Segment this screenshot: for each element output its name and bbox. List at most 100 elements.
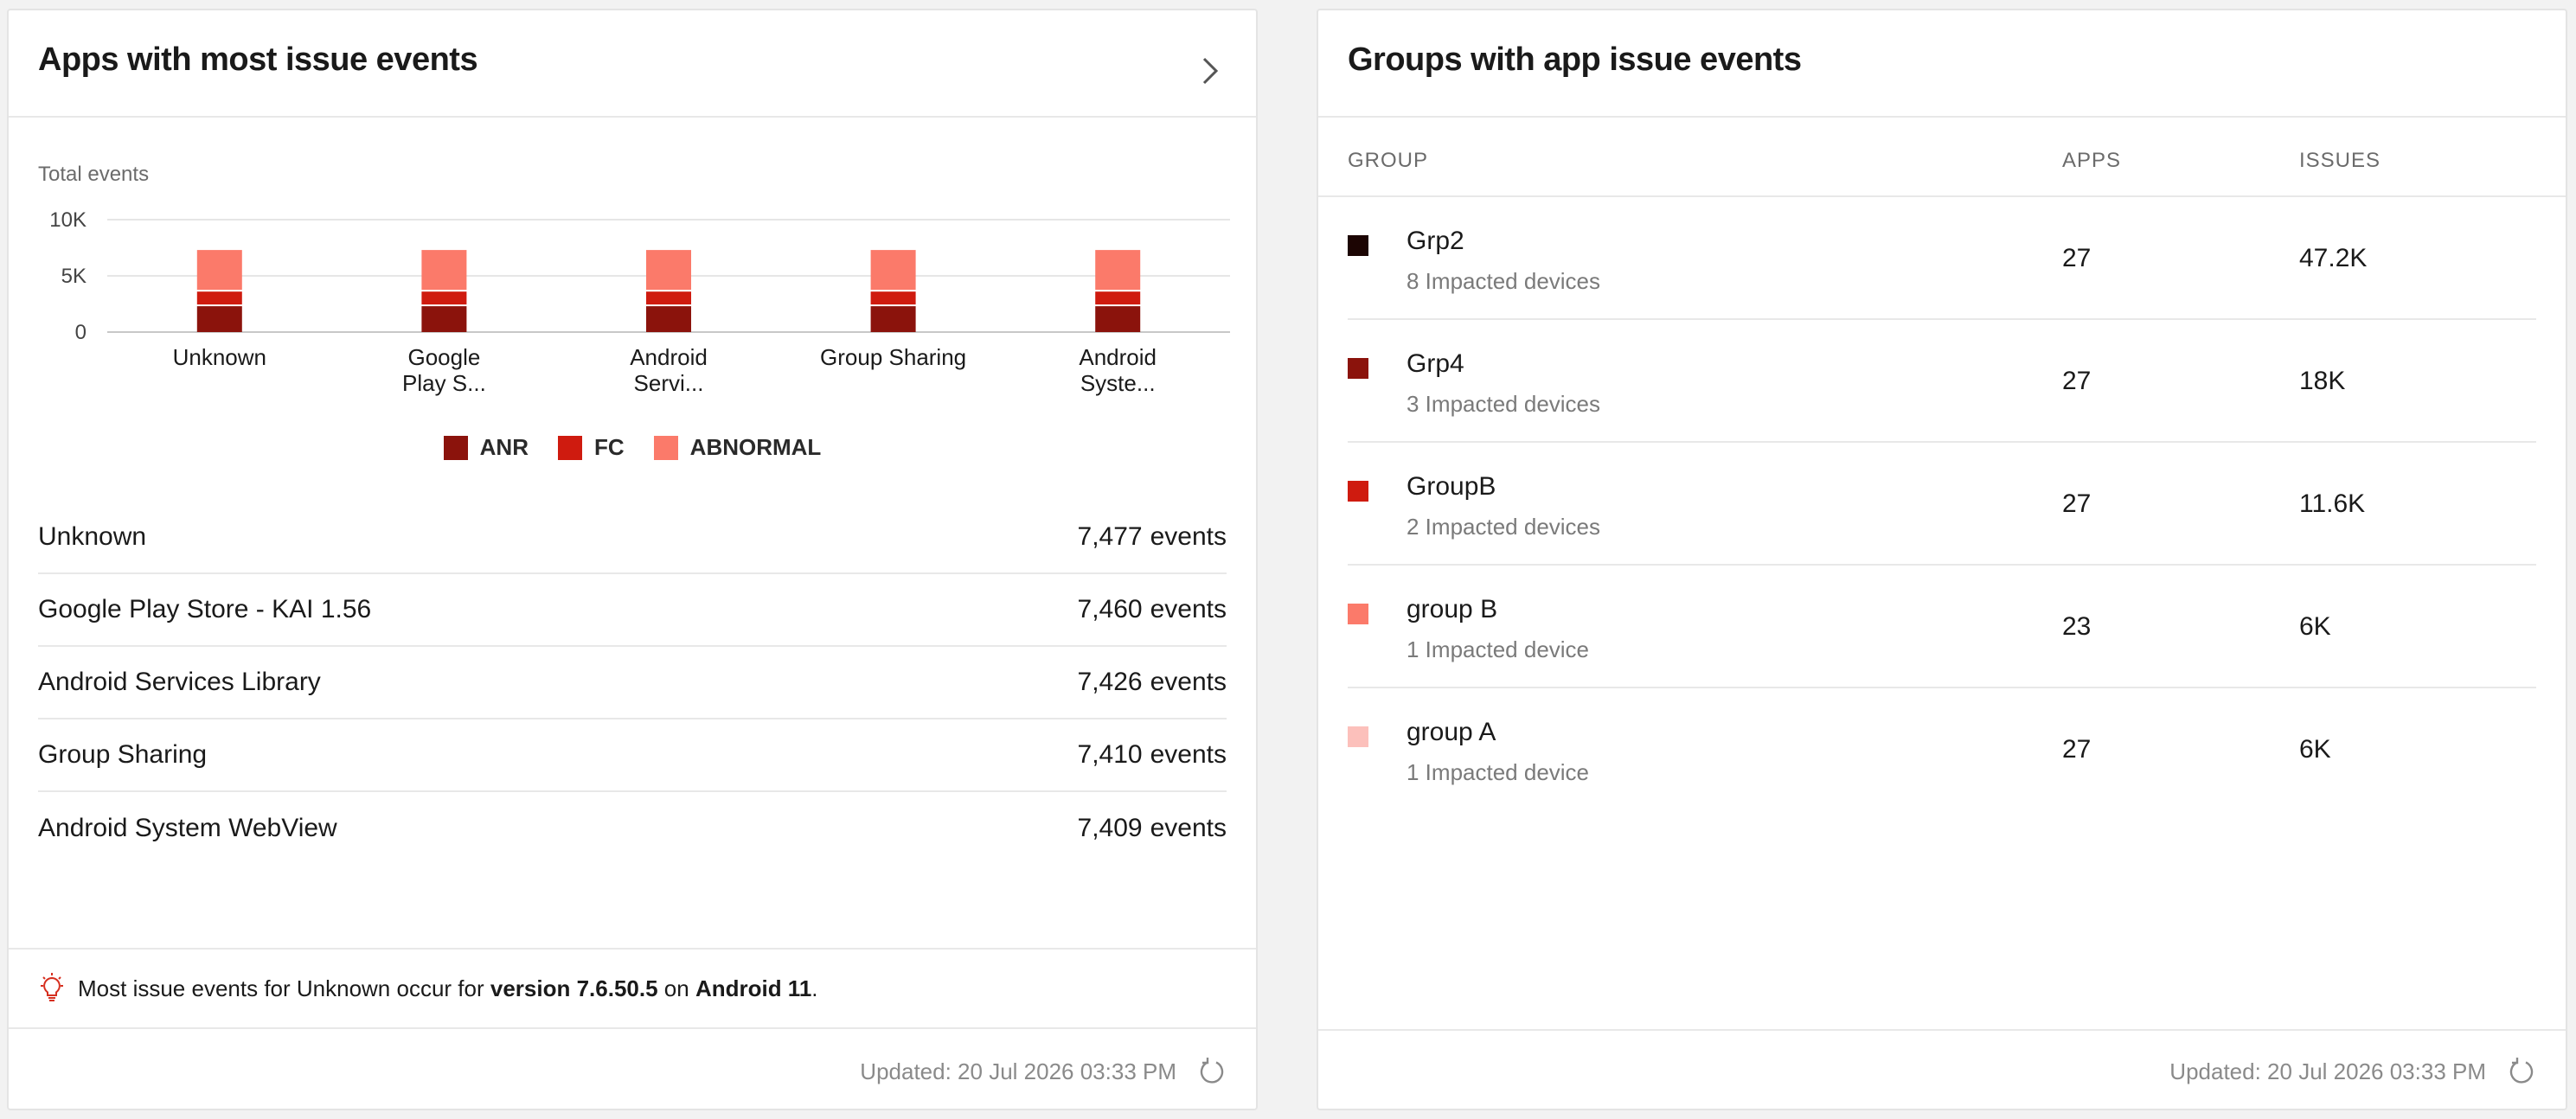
updated-timestamp: Updated: 20 Jul 2026 03:33 PM [860,1058,1176,1084]
x-tick-label: Servi... [634,370,704,396]
updated-footer: Updated: 20 Jul 2026 03:33 PM [2169,1057,2536,1086]
refresh-icon[interactable] [1197,1057,1227,1086]
insight-prefix: Most issue events for Unknown occur for [78,975,490,1001]
app-name: Android System WebView [38,814,337,842]
bar-segment-fc [646,291,691,305]
legend-item-fc[interactable]: FC [558,434,625,461]
stacked-bar-chart: 05K10KUnknown GooglePlay S...AndroidServi… [49,208,1230,396]
app-count: 7,426 events [1078,668,1227,697]
count-unit: events [1150,595,1227,623]
group-issues: 6K [2299,735,2331,764]
y-tick-label: 10K [49,208,87,232]
bar-segment-fc [1095,291,1141,305]
insight-banner: Most issue events for Unknown occur for … [9,948,1256,1029]
bar-segment-anr [870,306,916,332]
list-item[interactable]: Unknown 7,477 events [38,502,1227,574]
app-name: Google Play Store - KAI 1.56 [38,595,372,623]
y-axis-title: Total events [38,163,150,186]
count-value: 7,460 [1077,595,1143,623]
app-name: Unknown [38,522,147,551]
refresh-icon[interactable] [2507,1057,2536,1086]
group-name: Grp2 [1407,227,1464,255]
bar-segment-abnormal [421,250,467,291]
group-color-swatch [1348,235,1368,256]
bar-segment-anr [421,306,467,332]
impacted-devices: 3 Impacted devices [1407,391,1601,417]
count-unit: events [1150,522,1227,551]
app-count: 7,460 events [1078,595,1227,624]
app-list: Unknown 7,477 events Google Play Store - … [38,502,1227,865]
bar-segment-fc [870,291,916,305]
group-name: group B [1407,595,1498,623]
column-header-group[interactable]: GROUP [1348,149,1428,173]
x-tick-label: Google [407,344,480,370]
group-name: GroupB [1407,472,1496,501]
bar-segment-fc [196,291,242,305]
group-name: group A [1407,718,1496,746]
card-header: Groups with app issue events [1318,10,2566,118]
impacted-devices: 1 Impacted device [1407,759,1590,785]
legend-swatch [443,435,468,460]
group-issues: 6K [2299,612,2331,641]
list-item[interactable]: Android Services Library 7,426 events [38,647,1227,719]
column-header-issues[interactable]: ISSUES [2299,149,2381,173]
chart-legend: ANR FC ABNORMAL [9,434,1256,461]
group-color-swatch [1348,604,1368,624]
insight-suffix: . [811,975,818,1001]
x-tick-label: Play S... [402,370,486,396]
app-count: 7,410 events [1078,740,1227,770]
table-row[interactable]: GroupB 2 Impacted devices 27 11.6K [1348,443,2536,566]
group-color-swatch [1348,726,1368,747]
impacted-devices: 8 Impacted devices [1407,268,1601,294]
divider [1318,1029,2566,1031]
count-unit: events [1150,740,1227,769]
list-item[interactable]: Android System WebView 7,409 events [38,792,1227,865]
chevron-right-icon[interactable] [1195,54,1223,88]
app-name: Android Services Library [38,668,321,696]
y-tick-label: 0 [75,321,87,344]
table-row[interactable]: group B 1 Impacted device 23 6K [1348,566,2536,688]
group-apps: 27 [2062,489,2092,518]
insight-os: Android 11 [695,975,812,1001]
bar-segment-abnormal [1095,250,1141,291]
legend-swatch [558,435,582,460]
legend-item-anr[interactable]: ANR [443,434,529,461]
legend-item-abnormal[interactable]: ABNORMAL [653,434,822,461]
card-title: Groups with app issue events [1348,42,1802,78]
group-issues: 11.6K [2299,489,2366,518]
insight-version: version 7.6.50.5 [490,975,658,1001]
x-tick-label: Android [1079,344,1157,370]
group-name: Grp4 [1407,349,1464,378]
group-table-body: Grp2 8 Impacted devices 27 47.2K Grp4 3 … [1348,197,2536,811]
bar-segment-fc [421,291,467,305]
table-row[interactable]: group A 1 Impacted device 27 6K [1348,688,2536,811]
updated-footer: Updated: 20 Jul 2026 03:33 PM [860,1057,1227,1086]
bar-segment-anr [1095,306,1141,332]
group-apps: 27 [2062,735,2092,764]
app-name: Group Sharing [38,740,208,769]
table-row[interactable]: Grp2 8 Impacted devices 27 47.2K [1348,197,2536,320]
group-color-swatch [1348,358,1368,379]
group-color-swatch [1348,481,1368,502]
list-item[interactable]: Google Play Store - KAI 1.56 7,460 events [38,574,1227,647]
table-row[interactable]: Grp4 3 Impacted devices 27 18K [1348,320,2536,443]
column-header-apps[interactable]: APPS [2062,149,2121,173]
lightbulb-icon [41,973,63,1001]
bar-segment-abnormal [646,250,691,291]
y-tick-label: 5K [61,265,87,288]
count-value: 7,426 [1077,668,1143,696]
card-title: Apps with most issue events [38,42,478,78]
table-header: GROUP APPS ISSUES [1318,118,2566,197]
app-count: 7,477 events [1078,522,1227,552]
impacted-devices: 1 Impacted device [1407,636,1590,662]
legend-label: ANR [479,434,529,460]
x-tick-label: Group Sharing [820,344,966,370]
legend-label: FC [594,434,625,460]
legend-label: ABNORMAL [689,434,822,460]
count-unit: events [1150,668,1227,696]
count-value: 7,410 [1077,740,1143,769]
insight-middle: on [657,975,695,1001]
group-apps: 27 [2062,367,2092,395]
list-item[interactable]: Group Sharing 7,410 events [38,719,1227,792]
app-count: 7,409 events [1078,814,1227,843]
